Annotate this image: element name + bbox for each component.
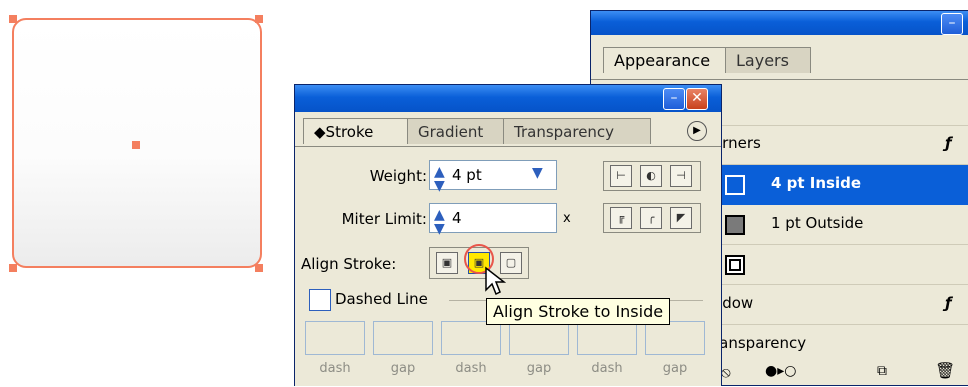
join-buttons: ╔ ╭ ◤ xyxy=(603,203,701,233)
gap-2-label: gap xyxy=(526,361,552,376)
selection-handle-top-right[interactable] xyxy=(255,15,263,23)
row-stroke1-label: 4 pt Inside xyxy=(771,174,862,192)
projecting-cap-icon[interactable]: ⊣ xyxy=(670,165,692,187)
gap-2-input[interactable] xyxy=(509,321,569,355)
miter-value: 4 xyxy=(452,209,462,227)
appearance-titlebar[interactable]: – xyxy=(591,11,968,35)
weight-dropdown-icon[interactable]: ▼ xyxy=(532,165,543,181)
gray-stroke-swatch-icon xyxy=(725,215,745,235)
stroke-tabbar: ◆Stroke Gradient Transparency ▶ xyxy=(295,112,721,147)
appearance-tabbar: Appearance Layers xyxy=(591,35,968,80)
duplicate-item-icon[interactable]: ⧉ xyxy=(877,363,887,379)
row-stroke2-label: 1 pt Outside xyxy=(771,214,864,232)
weight-field[interactable]: ▲ ▼ 4 pt ▼ xyxy=(429,160,557,193)
miter-limit-label: Miter Limit: xyxy=(341,210,427,228)
round-join-icon[interactable]: ╭ xyxy=(640,207,662,229)
row-stroke-4pt-inside[interactable]: 4 pt Inside xyxy=(711,165,968,205)
dash-2-label: dash xyxy=(455,361,487,376)
gap-3-input[interactable] xyxy=(645,321,705,355)
butt-cap-icon[interactable]: ⊢ xyxy=(610,165,632,187)
effect-fx-icon-2[interactable]: ƒ xyxy=(945,294,952,312)
dash-3-label: dash xyxy=(591,361,623,376)
row-transparency-label: ransparency xyxy=(713,334,807,352)
weight-label: Weight: xyxy=(369,167,427,185)
stroke-titlebar[interactable]: – ✕ xyxy=(295,85,721,112)
miter-unit: x xyxy=(563,211,571,226)
bevel-join-icon[interactable]: ◤ xyxy=(670,207,692,229)
align-stroke-label: Align Stroke: xyxy=(301,255,397,273)
cap-buttons: ⊢ ◐ ⊣ xyxy=(603,161,701,191)
tab-layers[interactable]: Layers xyxy=(725,47,811,73)
align-center-icon[interactable]: ▣ xyxy=(436,252,458,274)
stroke-swatch-icon xyxy=(725,175,745,195)
minimize-button[interactable]: – xyxy=(663,88,685,110)
dashed-line-label: Dashed Line xyxy=(335,290,428,308)
gap-1-input[interactable] xyxy=(373,321,433,355)
close-button[interactable]: ✕ xyxy=(686,88,708,110)
reduce-basic-icon[interactable]: ●▸○ xyxy=(765,363,796,379)
tab-stroke-label: Stroke xyxy=(325,123,374,141)
stroke-palette: – ✕ ◆Stroke Gradient Transparency ▶ Weig… xyxy=(294,84,722,386)
tab-gradient[interactable]: Gradient xyxy=(407,118,507,144)
center-point-handle xyxy=(132,141,140,149)
dash-1-input[interactable] xyxy=(305,321,365,355)
selection-handle-bottom-right[interactable] xyxy=(255,264,263,272)
miter-stepper-icon[interactable]: ▲ ▼ xyxy=(434,208,445,236)
mouse-pointer-icon xyxy=(485,266,506,296)
selection-handle-bottom-left[interactable] xyxy=(9,264,17,272)
miter-limit-field[interactable]: ▲ ▼ 4 xyxy=(429,203,557,236)
selection-handle-top-left[interactable] xyxy=(9,15,17,23)
tab-stroke[interactable]: ◆Stroke xyxy=(303,118,409,144)
dash-1-label: dash xyxy=(319,361,351,376)
weight-value: 4 pt xyxy=(452,166,482,184)
weight-stepper-icon[interactable]: ▲ ▼ xyxy=(434,165,445,193)
clear-appearance-icon[interactable]: ⦸ xyxy=(721,363,731,381)
minimize-button[interactable]: – xyxy=(941,13,963,35)
gap-3-label: gap xyxy=(662,361,688,376)
trash-icon[interactable]: 🗑 xyxy=(935,361,955,380)
tab-transparency[interactable]: Transparency xyxy=(503,118,651,144)
tooltip: Align Stroke to Inside xyxy=(486,298,671,325)
tab-appearance[interactable]: Appearance xyxy=(603,47,727,73)
gap-1-label: gap xyxy=(390,361,416,376)
panel-menu-icon[interactable]: ▶ xyxy=(687,121,707,141)
dashed-line-checkbox[interactable] xyxy=(309,289,331,311)
tab-toggle-icon: ◆ xyxy=(314,123,326,141)
dash-2-input[interactable] xyxy=(441,321,501,355)
effect-fx-icon[interactable]: ƒ xyxy=(945,134,952,152)
round-cap-icon[interactable]: ◐ xyxy=(640,165,662,187)
fill-swatch-icon xyxy=(725,255,745,275)
align-stroke-buttons: ▣ ▣ ▢ xyxy=(429,244,529,279)
miter-join-icon[interactable]: ╔ xyxy=(610,207,632,229)
dash-3-input[interactable] xyxy=(577,321,637,355)
